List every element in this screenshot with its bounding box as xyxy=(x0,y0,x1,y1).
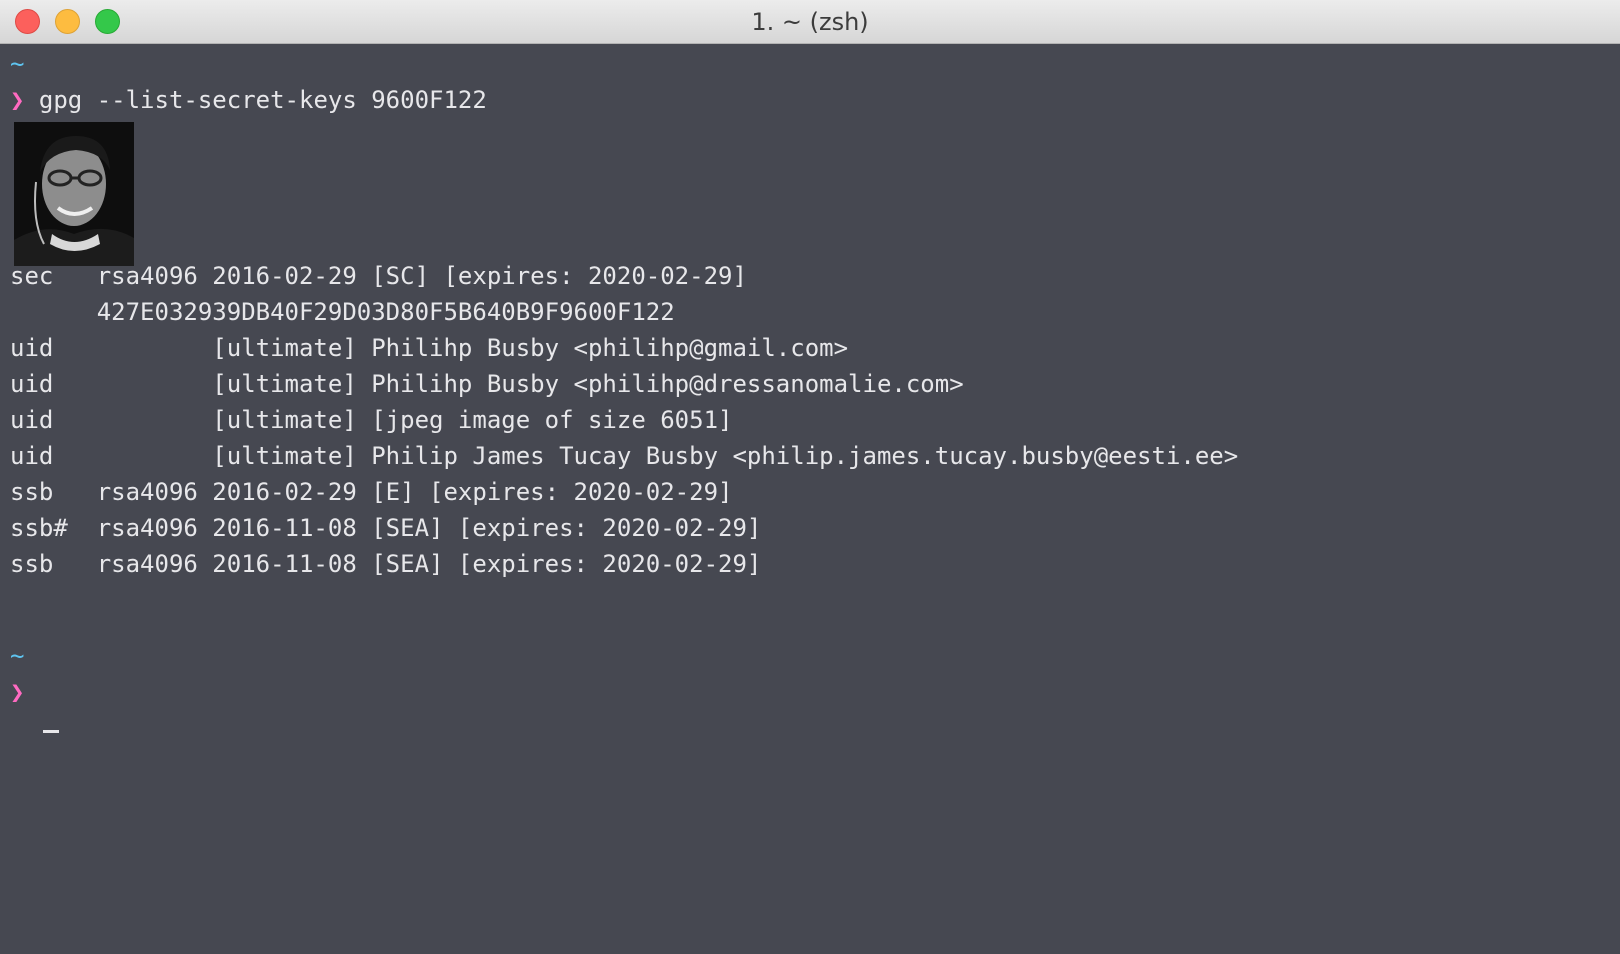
key-line-uid: uid [ultimate] Philihp Busby <philihp@dr… xyxy=(10,370,964,398)
key-line-ssb: ssb rsa4096 2016-02-29 [E] [expires: 202… xyxy=(10,478,733,506)
key-line-ssb: ssb rsa4096 2016-11-08 [SEA] [expires: 2… xyxy=(10,550,762,578)
prompt-icon: ❯ xyxy=(10,678,25,706)
text-cursor xyxy=(43,730,59,733)
user-photo-icon xyxy=(14,122,134,266)
window-title: 1. ~ (zsh) xyxy=(751,8,869,36)
command-line: ❯ gpg --list-secret-keys 9600F122 xyxy=(10,82,487,118)
key-line-uid: uid [ultimate] Philihp Busby <philihp@gm… xyxy=(10,334,849,362)
key-line-ssb: ssb# rsa4096 2016-11-08 [SEA] [expires: … xyxy=(10,514,762,542)
terminal-window: 1. ~ (zsh) ~ ❯ gpg --list-secret-keys 96… xyxy=(0,0,1620,954)
prompt-icon: ❯ xyxy=(10,86,25,114)
user-photo xyxy=(14,122,134,266)
key-line-uid: uid [ultimate] Philip James Tucay Busby … xyxy=(10,442,1239,470)
key-line-sec: sec rsa4096 2016-02-29 [SC] [expires: 20… xyxy=(10,262,747,290)
title-bar[interactable]: 1. ~ (zsh) xyxy=(0,0,1620,44)
cwd-indicator: ~ xyxy=(10,50,25,78)
key-fingerprint: 427E032939DB40F29D03D80F5B640B9F9600F122 xyxy=(10,298,675,326)
input-line[interactable]: ❯ xyxy=(10,674,24,710)
command-text: gpg --list-secret-keys 9600F122 xyxy=(24,86,487,114)
key-line-uid: uid [ultimate] [jpeg image of size 6051] xyxy=(10,406,733,434)
cwd-indicator: ~ xyxy=(10,642,25,670)
